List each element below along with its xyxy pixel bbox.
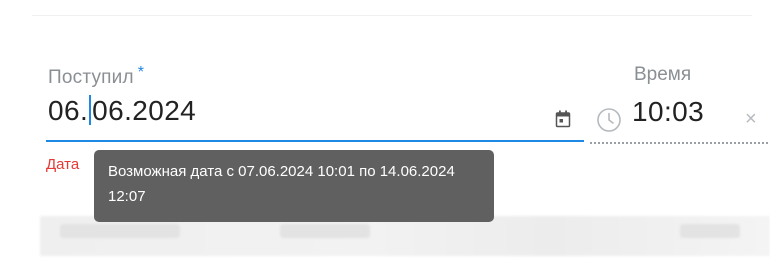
received-date-input[interactable]: 06. 06.2024 bbox=[48, 95, 196, 127]
blurred-placeholder bbox=[280, 224, 370, 238]
calendar-icon[interactable] bbox=[555, 110, 571, 128]
top-divider bbox=[32, 15, 752, 16]
blurred-placeholder bbox=[680, 224, 740, 238]
time-field-underline bbox=[590, 142, 768, 144]
time-label: Время bbox=[634, 64, 692, 85]
time-input[interactable]: 10:03 bbox=[632, 96, 704, 128]
text-caret bbox=[89, 95, 92, 125]
clock-icon[interactable] bbox=[596, 107, 622, 133]
received-date-field[interactable]: Поступил * 06. 06.2024 bbox=[46, 60, 586, 145]
date-field-underline bbox=[46, 140, 584, 142]
tooltip-text: Возможная дата с 07.06.2024 10:01 по 14.… bbox=[108, 163, 455, 205]
required-asterisk: * bbox=[137, 64, 145, 81]
date-range-tooltip: Возможная дата с 07.06.2024 10:01 по 14.… bbox=[94, 150, 494, 222]
received-date-label: Поступил * bbox=[48, 64, 144, 89]
time-field[interactable]: Время 10:03 × bbox=[590, 60, 768, 150]
close-icon[interactable]: × bbox=[745, 109, 765, 129]
blurred-placeholder bbox=[60, 224, 180, 238]
date-error-message: Дата bbox=[46, 156, 80, 173]
date-value-part1: 06. bbox=[48, 95, 89, 126]
date-value-part2: 06.2024 bbox=[92, 95, 197, 126]
blurred-next-row bbox=[40, 216, 770, 256]
received-date-label-text: Поступил bbox=[48, 67, 134, 88]
